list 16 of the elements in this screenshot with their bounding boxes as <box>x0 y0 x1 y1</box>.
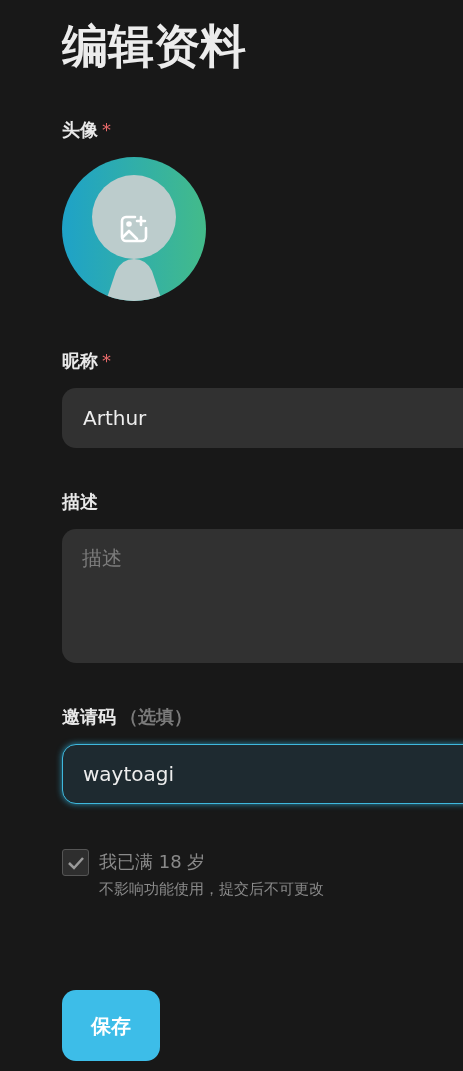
page-title: 编辑资料 <box>62 18 247 75</box>
person-silhouette-icon <box>92 175 176 301</box>
checkbox-label: 我已满 18 岁 <box>99 850 207 874</box>
optional-hint: （选填） <box>120 705 192 729</box>
field-label: 邀请码 <box>62 705 116 729</box>
field-label: 描述 <box>62 490 98 514</box>
text-field[interactable]: Arthur <box>62 388 463 448</box>
add-image-icon <box>118 213 150 245</box>
text-field[interactable]: waytoagi <box>62 744 463 804</box>
description-field[interactable]: 描述 <box>62 529 463 663</box>
field-label: 昵称 <box>62 349 98 373</box>
check-icon <box>66 855 85 870</box>
checkbox-note: 不影响功能使用，提交后不可更改 <box>99 879 324 900</box>
field-label: 头像 <box>62 118 98 142</box>
required-mark: * <box>102 349 111 373</box>
required-mark: * <box>102 118 111 142</box>
